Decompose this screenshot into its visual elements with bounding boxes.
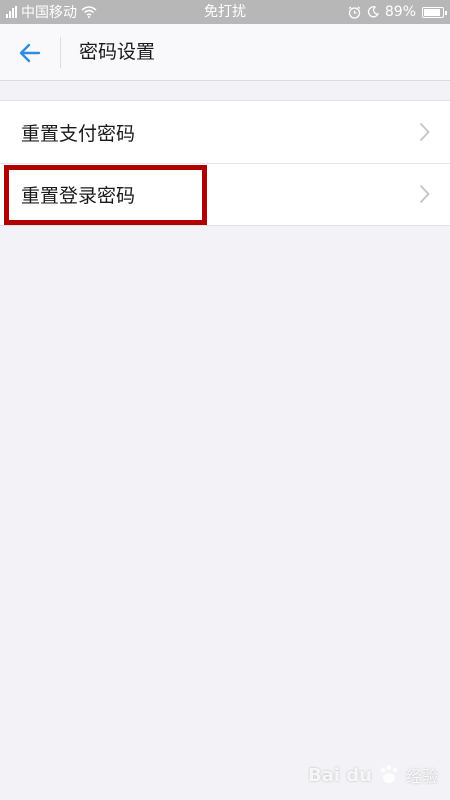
list-item-label: 重置支付密码 xyxy=(21,122,136,145)
arrow-left-icon xyxy=(19,43,41,63)
page-title: 密码设置 xyxy=(79,41,156,63)
alarm-icon xyxy=(348,6,361,19)
reset-payment-password-item[interactable]: 重置支付密码 xyxy=(0,101,450,163)
watermark-cn: 经验 xyxy=(405,767,438,786)
list-item-label: 重置登录密码 xyxy=(21,184,136,207)
chevron-right-icon xyxy=(419,184,430,204)
chevron-right-icon xyxy=(419,122,430,142)
watermark-brand: Bai du xyxy=(307,764,372,786)
battery-fill xyxy=(424,8,441,16)
settings-list: 重置支付密码 重置登录密码 xyxy=(0,100,450,226)
battery-icon xyxy=(422,6,447,18)
nav-divider xyxy=(60,37,61,68)
baidu-watermark: Bai du 经验 xyxy=(308,762,438,788)
back-button[interactable] xyxy=(10,36,50,70)
moon-icon xyxy=(367,6,379,18)
nav-bar: 密码设置 xyxy=(0,24,450,81)
status-right: 89% xyxy=(348,3,447,21)
status-bar: 中国移动 免打扰 89% xyxy=(0,0,450,24)
battery-percent: 89% xyxy=(384,4,416,20)
reset-login-password-item[interactable]: 重置登录密码 xyxy=(0,163,450,225)
paw-icon xyxy=(380,765,398,783)
